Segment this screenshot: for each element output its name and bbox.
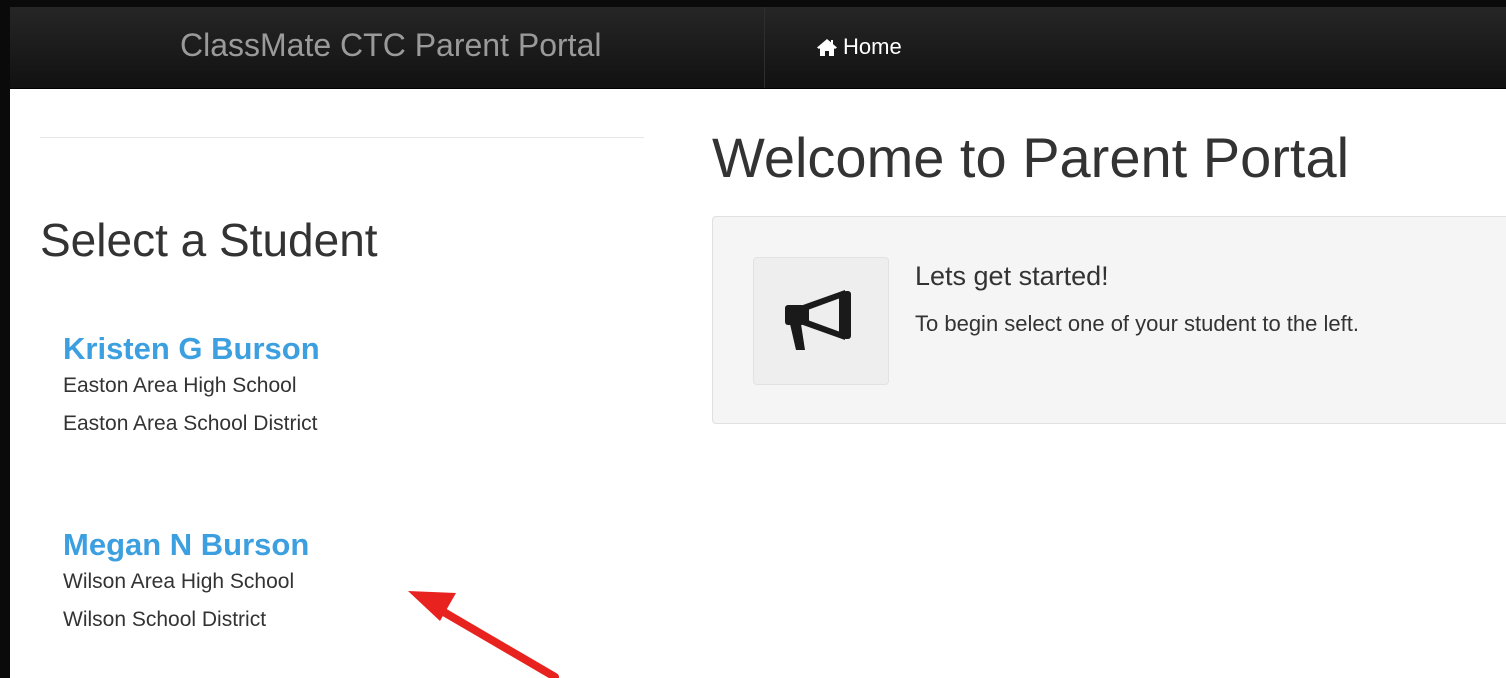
sidebar-divider — [40, 137, 644, 138]
browser-frame: ClassMate CTC Parent Portal Home Select … — [0, 0, 1506, 678]
megaphone-icon — [785, 290, 851, 350]
top-navbar: ClassMate CTC Parent Portal Home — [10, 7, 1506, 89]
panel-instructions: To begin select one of your student to t… — [915, 311, 1359, 336]
student-district: Wilson School District — [63, 608, 267, 631]
panel-heading: Lets get started! — [915, 261, 1109, 291]
welcome-title: Welcome to Parent Portal — [712, 126, 1350, 189]
megaphone-icon-box — [753, 257, 889, 385]
student-district: Easton Area School District — [63, 412, 318, 435]
nav-home-link[interactable]: Home — [816, 34, 902, 60]
student-card: Megan N Burson Wilson Area High School W… — [63, 527, 309, 639]
student-school: Easton Area High School — [63, 374, 297, 397]
student-school: Wilson Area High School — [63, 570, 295, 593]
student-card: Kristen G Burson Easton Area High School… — [63, 331, 320, 443]
student-name-link[interactable]: Megan N Burson — [63, 527, 309, 563]
select-student-title: Select a Student — [40, 214, 378, 266]
student-name-link[interactable]: Kristen G Burson — [63, 331, 320, 367]
brand-title[interactable]: ClassMate CTC Parent Portal — [180, 27, 601, 64]
navbar-divider — [764, 7, 765, 88]
home-icon — [816, 37, 838, 57]
nav-home-label: Home — [843, 34, 902, 59]
getting-started-panel: Lets get started! To begin select one of… — [712, 216, 1506, 424]
